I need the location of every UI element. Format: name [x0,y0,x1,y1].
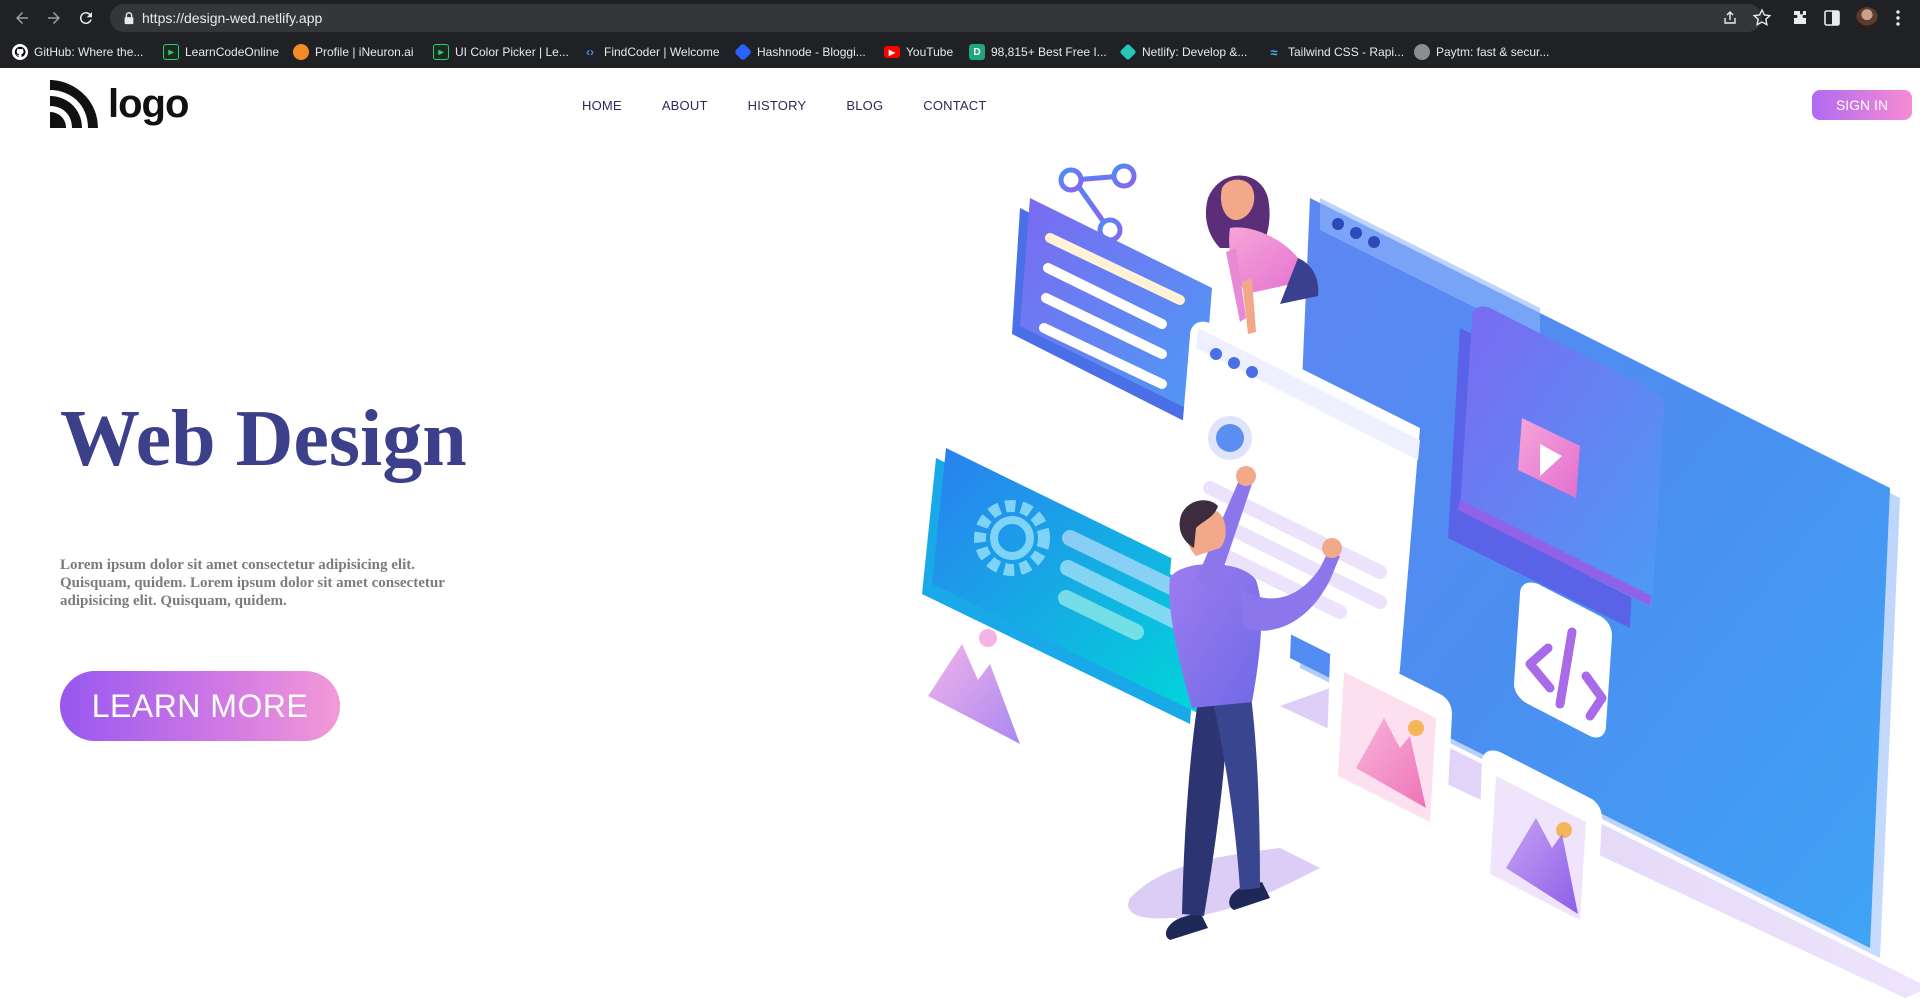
address-bar[interactable]: https://design-wed.netlify.app [110,4,1762,32]
ineuron-icon [293,44,309,60]
main-nav: HOME ABOUT HISTORY BLOG CONTACT [582,98,1027,113]
bookmark-item[interactable]: Netlify: Develop &... [1119,42,1248,62]
bookmark-label: Tailwind CSS - Rapi... [1288,45,1405,59]
github-icon [12,44,28,60]
browser-toolbar: https://design-wed.netlify.app [0,0,1920,36]
bookmark-item[interactable]: ≈ Tailwind CSS - Rapi... [1266,42,1404,62]
hashnode-icon [733,42,753,62]
bookmark-item[interactable]: GitHub: Where the... [12,42,143,62]
page: logo HOME ABOUT HISTORY BLOG CONTACT SIG… [0,68,1920,998]
hero-title: Web Design [60,395,467,483]
forward-icon[interactable] [42,6,66,30]
logo-icon [50,80,98,128]
share-icon[interactable] [1722,10,1738,26]
tailwind-icon: ≈ [1270,44,1278,60]
bookmark-item[interactable]: ▸ LearnCodeOnline [163,42,279,62]
bookmark-label: Hashnode - Bloggi... [757,45,866,59]
netlify-icon [1119,43,1137,61]
reload-icon[interactable] [74,6,98,30]
nav-blog[interactable]: BLOG [846,98,883,113]
extensions-icon[interactable] [1790,8,1810,28]
bookmark-item[interactable]: D 98,815+ Best Free I... [969,42,1107,62]
bookmark-item[interactable]: ‹› FindCoder | Welcome [582,42,720,62]
profile-avatar[interactable] [1856,7,1878,29]
nav-home[interactable]: HOME [582,98,622,113]
back-icon[interactable] [10,6,34,30]
youtube-icon: ▶ [884,46,900,58]
nav-history[interactable]: HISTORY [748,98,807,113]
site-logo[interactable]: logo [48,78,189,130]
star-icon[interactable] [1752,8,1772,28]
woman-figure [1205,175,1319,334]
bookmark-label: GitHub: Where the... [34,45,144,59]
sign-in-button[interactable]: SIGN IN [1812,90,1912,120]
bookmark-item[interactable]: ▸ UI Color Picker | Le... [433,42,569,62]
nav-contact[interactable]: CONTACT [923,98,986,113]
bookmark-item[interactable]: Paytm: fast & secur... [1414,42,1549,62]
bookmark-label: LearnCodeOnline [185,45,280,59]
browser-chrome: https://design-wed.netlify.app GitHub: W… [0,0,1920,68]
bookmark-item[interactable]: Profile | iNeuron.ai [293,42,414,62]
globe-icon [1414,44,1430,60]
logo-text: logo [108,81,189,126]
bookmark-label: Netlify: Develop &... [1142,45,1248,59]
bookmark-label: Paytm: fast & secur... [1436,45,1550,59]
freepik-icon: D [969,44,985,60]
bookmark-item[interactable]: Hashnode - Bloggi... [733,42,866,62]
url-text: https://design-wed.netlify.app [142,10,323,26]
bookmarks-bar: GitHub: Where the... ▸ LearnCodeOnline P… [0,38,1920,66]
hero-description: Lorem ipsum dolor sit amet consectetur a… [60,557,445,609]
bookmark-label: 98,815+ Best Free I... [991,45,1107,59]
menu-dots-icon[interactable] [1888,8,1908,28]
code-icon: ‹› [586,45,594,59]
lock-icon [124,12,134,25]
nav-about[interactable]: ABOUT [662,98,708,113]
bookmark-label: FindCoder | Welcome [604,45,720,59]
bookmark-label: YouTube [906,45,954,59]
bookmark-item[interactable]: ▶ YouTube [884,42,953,62]
bookmark-label: Profile | iNeuron.ai [315,45,414,59]
learn-more-button[interactable]: LEARN MORE [60,671,340,741]
web-design-illustration [922,175,1920,998]
lco-icon: ▸ [433,44,449,60]
bookmark-label: UI Color Picker | Le... [455,45,569,59]
sidepanel-icon[interactable] [1822,8,1842,28]
lco-icon: ▸ [163,44,179,60]
